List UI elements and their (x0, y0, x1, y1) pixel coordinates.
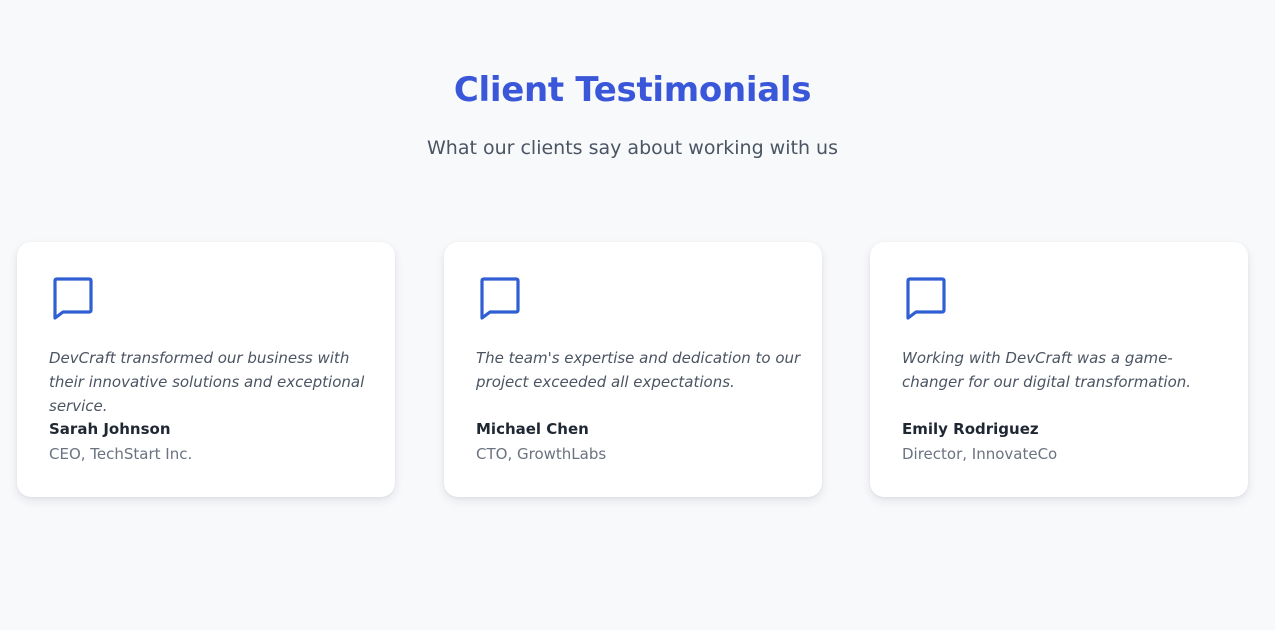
testimonial-author-role: CTO, GrowthLabs (476, 445, 607, 463)
testimonial-author-name: Sarah Johnson (49, 420, 171, 438)
testimonial-quote: The team's expertise and dedication to o… (476, 349, 801, 391)
testimonial-quote: DevCraft transformed our business with t… (49, 349, 365, 415)
testimonial-quote: Working with DevCraft was a game-changer… (902, 349, 1192, 391)
testimonial-author-name: Emily Rodriguez (902, 420, 1039, 438)
testimonial-author-name: Michael Chen (476, 420, 589, 438)
section-title: Client Testimonials (453, 70, 812, 110)
speech-bubble-icon (51, 276, 95, 320)
speech-bubble-icon (904, 276, 948, 320)
testimonial-author-role: CEO, TechStart Inc. (49, 445, 193, 463)
testimonial-card: Working with DevCraft was a game-changer… (870, 242, 1248, 497)
testimonial-author-role: Director, InnovateCo (902, 445, 1058, 463)
testimonial-card: The team's expertise and dedication to o… (444, 242, 822, 497)
speech-bubble-icon (478, 276, 522, 320)
testimonial-card: DevCraft transformed our business with t… (17, 242, 395, 497)
testimonials-section: Client Testimonials What our clients say… (0, 0, 1275, 630)
section-subtitle: What our clients say about working with … (427, 137, 838, 159)
